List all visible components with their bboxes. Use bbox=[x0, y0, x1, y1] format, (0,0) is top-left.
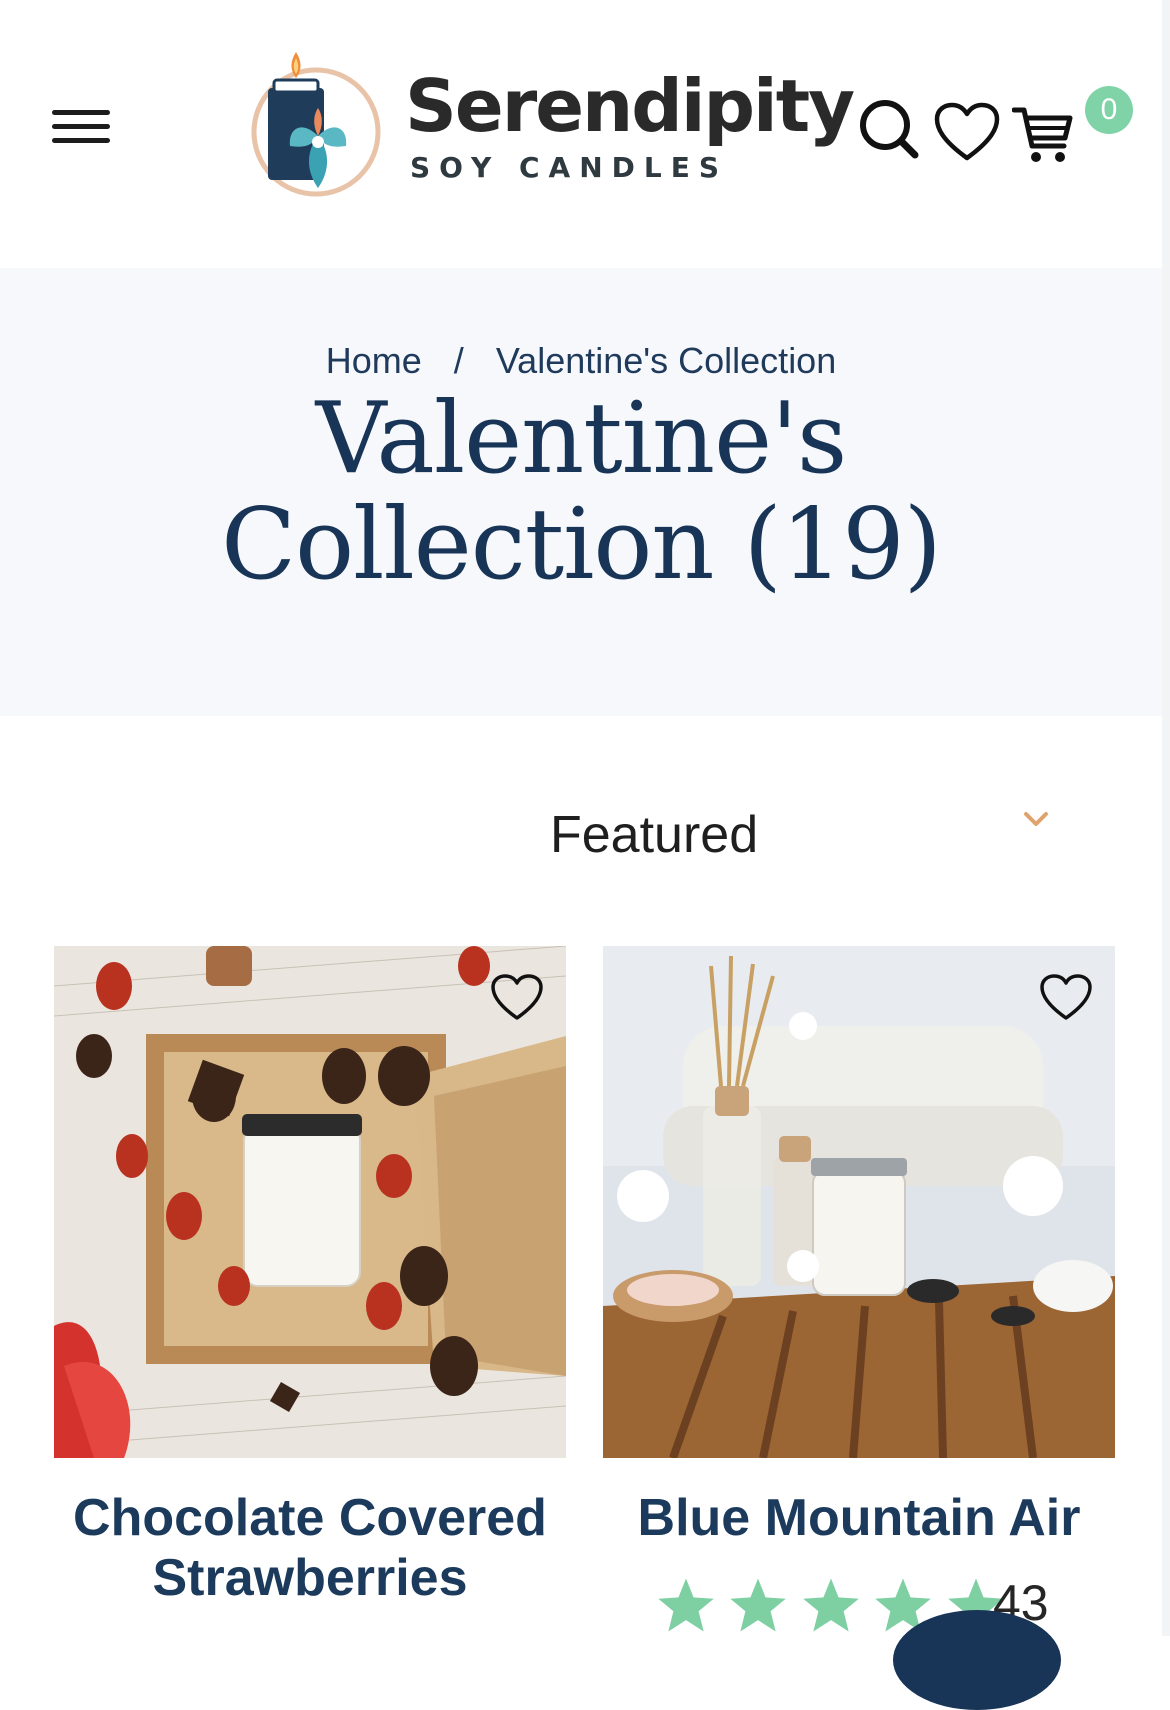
breadcrumb-separator: / bbox=[453, 340, 464, 381]
star-icon bbox=[730, 1578, 787, 1632]
product-card[interactable]: Chocolate Covered Strawberries bbox=[54, 946, 566, 1608]
page-title-line2: Collection (19) bbox=[221, 488, 942, 602]
sort-dropdown[interactable]: Featured bbox=[540, 795, 1060, 875]
scrollbar[interactable] bbox=[1162, 0, 1170, 1636]
star-icon bbox=[658, 1578, 714, 1632]
chevron-down-icon bbox=[1024, 812, 1048, 826]
product-image[interactable] bbox=[54, 946, 566, 1458]
product-title-line2: Strawberries bbox=[152, 1549, 468, 1607]
menu-icon[interactable] bbox=[52, 110, 110, 144]
product-photo bbox=[603, 946, 1115, 1458]
breadcrumb-home-link[interactable]: Home bbox=[326, 340, 422, 381]
product-image[interactable] bbox=[603, 946, 1115, 1458]
heart-icon[interactable] bbox=[934, 102, 1000, 162]
site-header: Serendipity SOY CANDLES 0 bbox=[0, 0, 1162, 265]
chat-widget-button[interactable] bbox=[893, 1610, 1061, 1710]
search-icon[interactable] bbox=[858, 98, 920, 160]
product-title[interactable]: Chocolate Covered Strawberries bbox=[54, 1488, 566, 1608]
wishlist-heart-icon[interactable] bbox=[490, 974, 544, 1022]
site-logo[interactable]: Serendipity SOY CANDLES bbox=[238, 50, 855, 200]
product-card[interactable]: Blue Mountain Air 43 bbox=[603, 946, 1115, 1632]
product-title-line1: Chocolate Covered bbox=[73, 1489, 547, 1547]
cart-count-badge: 0 bbox=[1085, 86, 1133, 134]
logo-wordmark: Serendipity bbox=[405, 64, 855, 148]
logo-emblem-icon bbox=[251, 52, 381, 197]
wishlist-heart-icon[interactable] bbox=[1039, 974, 1093, 1022]
breadcrumb: Home / Valentine's Collection bbox=[0, 340, 1162, 382]
page-title-line1: Valentine's bbox=[315, 382, 848, 496]
cart-icon[interactable] bbox=[1012, 104, 1074, 166]
product-title[interactable]: Blue Mountain Air bbox=[603, 1488, 1115, 1548]
star-icon bbox=[803, 1578, 859, 1632]
breadcrumb-current: Valentine's Collection bbox=[495, 340, 837, 381]
product-photo bbox=[54, 946, 566, 1458]
product-title-line1: Blue Mountain Air bbox=[637, 1489, 1081, 1547]
sort-selected-label: Featured bbox=[550, 806, 759, 864]
page-title: Valentine's Collection (19) bbox=[0, 386, 1162, 598]
logo-tagline: SOY CANDLES bbox=[410, 151, 729, 184]
